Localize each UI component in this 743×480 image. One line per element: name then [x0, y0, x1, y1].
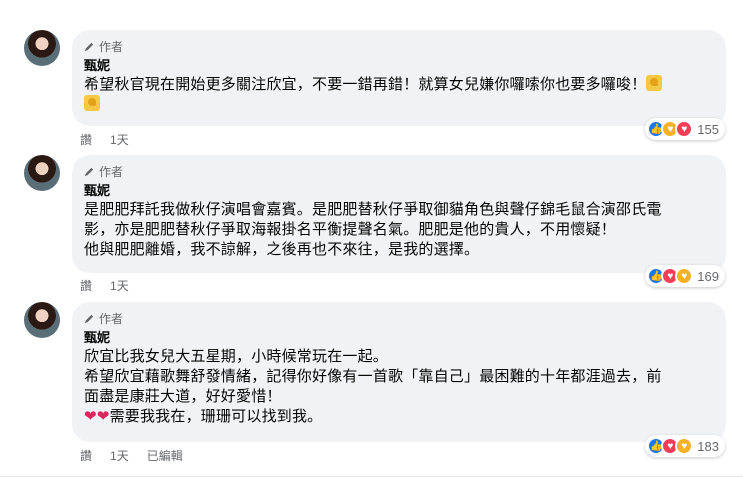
pencil-icon [84, 42, 94, 51]
author-badge: 作者 [84, 310, 714, 326]
comment-actions: 讚 1天 [80, 132, 129, 148]
author-badge-label: 作者 [99, 311, 124, 326]
timestamp[interactable]: 1天 [110, 448, 129, 464]
comment-bubble: 作者 甄妮 希望秋官現在開始更多關注欣宜，不要一錯再錯！就算女兒嫌你囉嗦你也要多… [72, 30, 726, 126]
author-badge: 作者 [84, 38, 714, 54]
avatar[interactable] [24, 155, 60, 191]
reaction-count: 169 [697, 268, 719, 284]
red-heart-icon: ❤ [96, 408, 110, 425]
comment-actions: 讚 1天 [80, 278, 129, 294]
author-badge-label: 作者 [99, 39, 124, 54]
author-badge-label: 作者 [99, 164, 124, 179]
comment-bubble: 作者 甄妮 是肥肥拜託我做秋仔演唱會嘉賓。是肥肥替秋仔爭取御貓角色與聲仔錦毛鼠合… [72, 155, 726, 273]
pencil-icon [84, 167, 94, 176]
commenter-name[interactable]: 甄妮 [84, 182, 714, 200]
care-icon: ♥ [675, 437, 694, 455]
edited-label[interactable]: 已編輯 [147, 448, 183, 464]
author-badge: 作者 [84, 163, 714, 179]
pencil-icon [84, 314, 94, 323]
like-action[interactable]: 讚 [80, 448, 92, 464]
reaction-summary[interactable]: 👍 ♥ ♥ 183 [645, 435, 725, 457]
comment-text: 欣宜比我女兒大五星期，小時候常玩在一起。 希望欣宜藉歌舞舒發情緒，記得你好像有一… [84, 348, 662, 425]
reaction-summary[interactable]: 👍 ♥ ♥ 155 [645, 118, 725, 140]
comment-bubble: 作者 甄妮 欣宜比我女兒大五星期，小時候常玩在一起。 希望欣宜藉歌舞舒發情緒，記… [72, 302, 726, 442]
reaction-summary[interactable]: 👍 ♥ ♥ 169 [645, 265, 725, 287]
divider [0, 476, 743, 480]
timestamp[interactable]: 1天 [110, 132, 129, 148]
timestamp[interactable]: 1天 [110, 278, 129, 294]
flexed-biceps-icon [84, 95, 100, 111]
commenter-name[interactable]: 甄妮 [84, 57, 714, 75]
reaction-count: 183 [697, 438, 719, 454]
like-action[interactable]: 讚 [80, 278, 92, 294]
comment-actions: 讚 1天 已編輯 [80, 448, 183, 464]
comment-text: 是肥肥拜託我做秋仔演唱會嘉賓。是肥肥替秋仔爭取御貓角色與聲仔錦毛鼠合演邵氏電 影… [84, 201, 662, 258]
love-icon: ♥ [675, 120, 694, 138]
reaction-count: 155 [697, 121, 719, 137]
avatar[interactable] [24, 302, 60, 338]
care-icon: ♥ [675, 267, 694, 285]
comment-text: 希望秋官現在開始更多關注欣宜，不要一錯再錯！就算女兒嫌你囉嗦你也要多囉唆！ [84, 75, 714, 115]
red-heart-icon: ❤ [84, 408, 97, 425]
like-action[interactable]: 讚 [80, 132, 92, 148]
avatar[interactable] [24, 30, 60, 66]
commenter-name[interactable]: 甄妮 [84, 329, 714, 347]
flexed-biceps-icon [646, 75, 663, 91]
